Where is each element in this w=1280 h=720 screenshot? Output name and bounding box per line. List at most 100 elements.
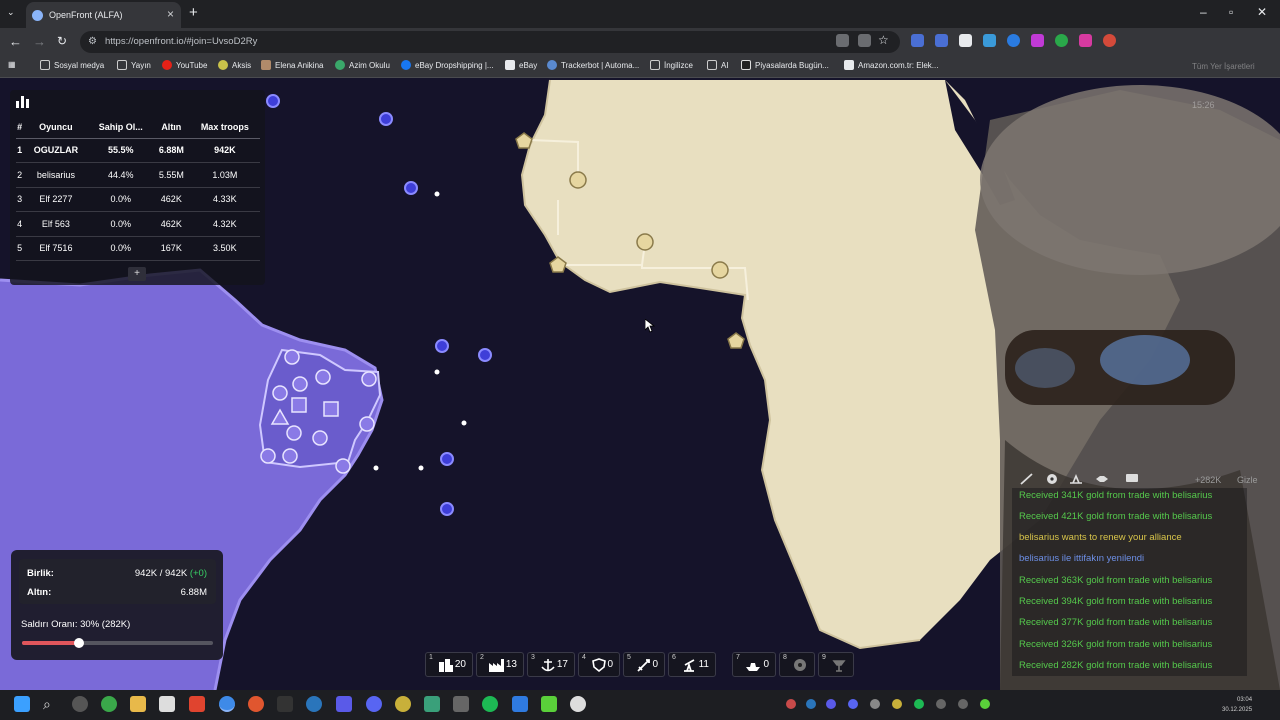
translate-icon[interactable] [836, 34, 849, 47]
app-yellow-icon[interactable] [395, 696, 411, 712]
app-teal-icon[interactable] [424, 696, 440, 712]
trade-ships[interactable] [373, 191, 467, 471]
bookmark-item[interactable]: Amazon.com.tr: Elek... [844, 60, 938, 70]
browser-tab[interactable]: OpenFront (ALFA) × [26, 2, 181, 28]
table-row[interactable]: 5 Elf 7516 0.0% 167K 3.50K [16, 236, 260, 261]
tray-icon[interactable] [958, 699, 968, 709]
extension-red-icon[interactable] [1103, 34, 1116, 47]
tray-icon[interactable] [980, 699, 990, 709]
bookmark-item[interactable]: AI [707, 60, 729, 70]
chrome-icon[interactable] [219, 696, 235, 712]
bookmark-item[interactable]: Aksis [218, 60, 251, 70]
extension-ts-icon[interactable] [983, 34, 996, 47]
build-city-button[interactable]: 1 20 [425, 652, 473, 677]
close-window-icon[interactable]: ✕ [1257, 5, 1267, 19]
tab-search-icon[interactable]: ⌄ [7, 7, 15, 18]
bar-chart-icon[interactable] [16, 96, 29, 108]
bookmark-item[interactable]: Azim Okulu [335, 60, 390, 70]
build-sam-button[interactable]: 6 11 [668, 652, 716, 677]
sword-icon[interactable] [1020, 473, 1034, 485]
reload-icon[interactable]: ↻ [57, 34, 67, 48]
site-info-icon[interactable]: ⚙ [88, 31, 97, 53]
search-icon[interactable]: ⌕ [43, 696, 59, 712]
attack-rate-slider[interactable] [22, 638, 213, 648]
start-icon[interactable] [14, 696, 30, 712]
bookmark-item[interactable]: YouTube [162, 60, 207, 70]
build-nuke-button[interactable]: 8 [779, 652, 815, 677]
build-defense-button[interactable]: 4 0 [578, 652, 620, 677]
bookmark-item[interactable]: eBay [505, 60, 537, 70]
alliance-handshake-icon[interactable] [1095, 473, 1109, 485]
bookmark-item[interactable]: Elena Anikina [261, 60, 323, 70]
app-white-icon[interactable] [570, 696, 586, 712]
build-factory-button[interactable]: 2 13 [476, 652, 524, 677]
bookmark-item[interactable]: İngilizce [650, 60, 693, 70]
tray-icon[interactable] [870, 699, 880, 709]
star-icon[interactable]: ☆ [878, 34, 891, 47]
event-message[interactable]: belisarius wants to renew your alliance [1019, 532, 1182, 543]
new-tab-icon[interactable]: + [189, 4, 198, 21]
table-row[interactable]: 1 OGUZLAR 55.5% 6.88M 942K [16, 138, 260, 163]
tray-icon[interactable] [826, 699, 836, 709]
extension-translate-icon[interactable] [911, 34, 924, 47]
cast-icon[interactable] [858, 34, 871, 47]
tray-icon[interactable] [848, 699, 858, 709]
close-tab-icon[interactable]: × [167, 7, 174, 21]
bookmark-item[interactable]: Yayın [117, 60, 151, 70]
attack-rate-thumb[interactable] [74, 638, 85, 648]
steam-icon[interactable] [306, 696, 322, 712]
app-purple-icon[interactable] [336, 696, 352, 712]
back-icon[interactable]: ← [9, 34, 22, 49]
bookmark-item[interactable]: Trackerbot | Automa... [547, 60, 639, 70]
tray-icon[interactable] [892, 699, 902, 709]
build-mirv-button[interactable]: 9 [818, 652, 854, 677]
extension-square-icon[interactable] [959, 34, 972, 47]
extension-purple-icon[interactable] [1031, 34, 1044, 47]
all-bookmarks-label[interactable]: Tüm Yer İşaretleri [1192, 62, 1255, 71]
trade-filter-icon[interactable] [1069, 473, 1083, 485]
tray-icon[interactable] [936, 699, 946, 709]
minimize-icon[interactable]: – [1200, 5, 1207, 19]
show-more-button[interactable]: + [128, 267, 146, 281]
bookmark-item[interactable]: Sosyal medya [40, 60, 104, 70]
apps-grid-icon[interactable]: ▦ [8, 60, 16, 69]
app-gray-icon[interactable] [453, 696, 469, 712]
col-max-troops[interactable]: Max troops [189, 116, 260, 139]
extension-green-icon[interactable] [1055, 34, 1068, 47]
col-player[interactable]: Oyuncu [23, 116, 89, 139]
address-bar[interactable]: ⚙ https://openfront.io/#join=UvsoD2Ry [80, 31, 900, 53]
nuke-filter-icon[interactable] [1045, 473, 1059, 485]
extension-pink-icon[interactable] [1079, 34, 1092, 47]
app-orange-icon[interactable] [248, 696, 264, 712]
extension-blue-icon[interactable] [1007, 34, 1020, 47]
extension-audio-icon[interactable] [935, 34, 948, 47]
maximize-icon[interactable]: ▫ [1229, 5, 1233, 19]
build-port-button[interactable]: 3 17 [527, 652, 575, 677]
build-missile-silo-button[interactable]: 5 0 [623, 652, 665, 677]
chat-icon[interactable] [1125, 473, 1139, 485]
spotify-icon[interactable] [482, 696, 498, 712]
table-row[interactable]: 4 Elf 563 0.0% 462K 4.32K [16, 211, 260, 237]
tray-icon[interactable] [914, 699, 924, 709]
xbox-icon[interactable] [101, 696, 117, 712]
tray-icon[interactable] [806, 699, 816, 709]
brave-icon[interactable] [189, 696, 205, 712]
forward-icon[interactable]: → [33, 34, 46, 49]
table-row[interactable]: 2 belisarius 44.4% 5.55M 1.03M [16, 162, 260, 188]
app-green-icon[interactable] [541, 696, 557, 712]
tray-icon[interactable] [786, 699, 796, 709]
epic-games-icon[interactable] [277, 696, 293, 712]
col-owned[interactable]: Sahip Ol... [88, 116, 153, 139]
hide-events-button[interactable]: Gizle [1237, 475, 1258, 485]
file-explorer-icon[interactable] [130, 696, 146, 712]
store-icon[interactable] [159, 696, 175, 712]
col-rank[interactable]: # [16, 116, 24, 139]
col-gold[interactable]: Altın [153, 116, 190, 139]
discord-icon[interactable] [366, 696, 382, 712]
build-warship-button[interactable]: 7 0 [732, 652, 776, 677]
bookmark-item[interactable]: eBay Dropshipping |... [401, 60, 494, 70]
clock[interactable]: 03:04 30.12.2025 [1222, 695, 1252, 715]
bookmark-item[interactable]: Piyasalarda Bugün... [741, 60, 829, 70]
taskview-icon[interactable] [72, 696, 88, 712]
table-row[interactable]: 3 Elf 2277 0.0% 462K 4.33K [16, 187, 260, 212]
